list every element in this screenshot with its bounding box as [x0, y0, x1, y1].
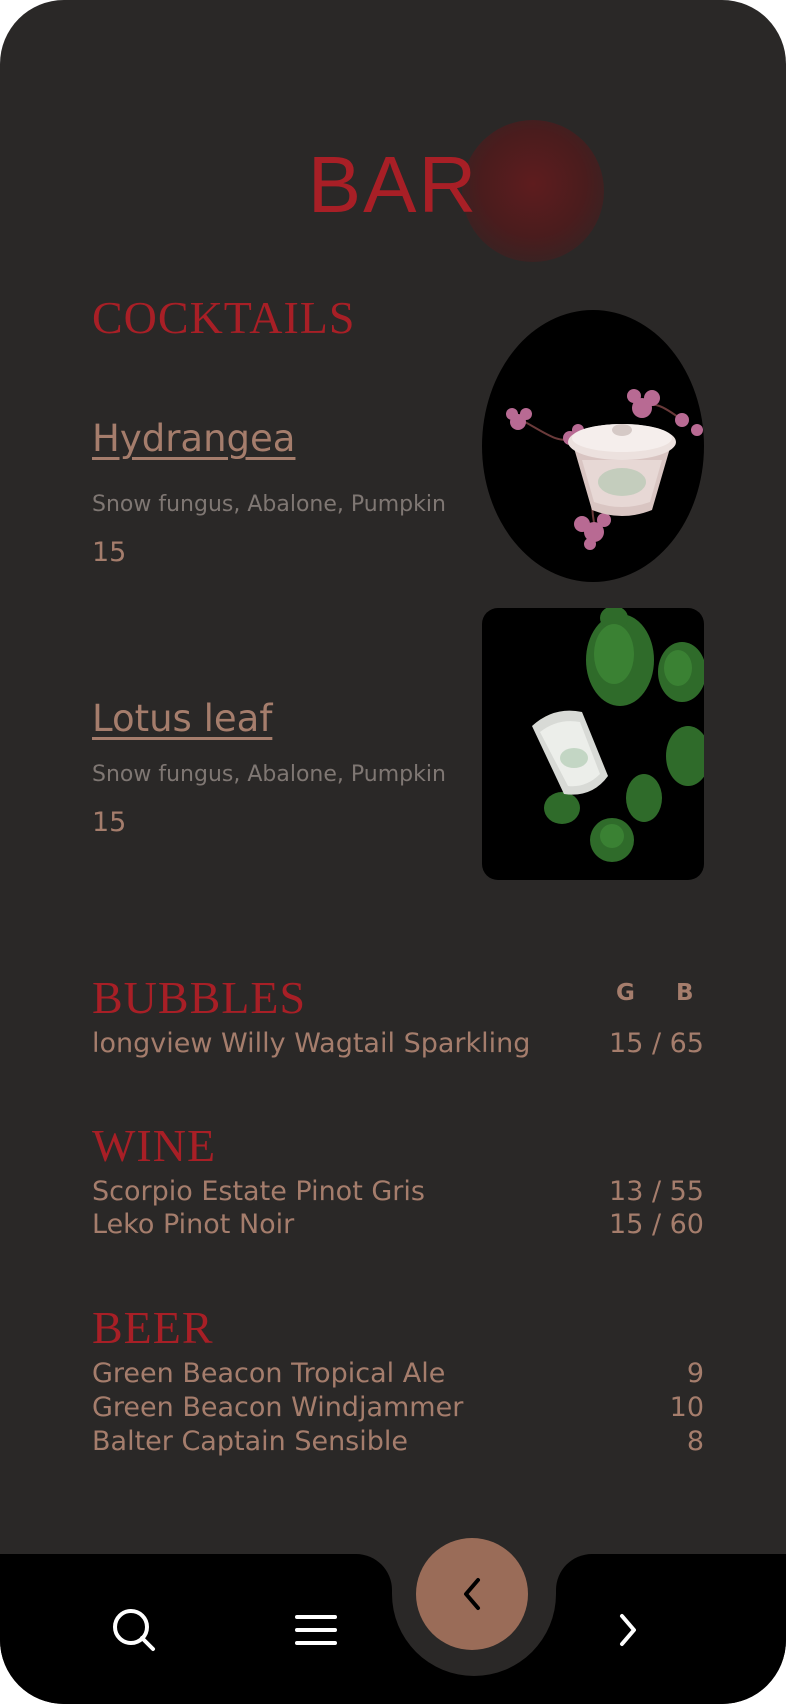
- cocktail-name-link[interactable]: Lotus leaf: [92, 697, 272, 741]
- drink-name: Green Beacon Tropical Ale: [92, 1358, 446, 1389]
- drink-name: Leko Pinot Noir: [92, 1209, 295, 1240]
- back-button[interactable]: [416, 1538, 528, 1650]
- menu-button[interactable]: [286, 1600, 346, 1660]
- bottom-nav-right: [556, 1554, 786, 1704]
- search-button[interactable]: [104, 1600, 164, 1660]
- chevron-right-icon: [620, 1614, 636, 1646]
- menu-icon: [295, 1615, 337, 1645]
- bubbles-heading: BUBBLES: [92, 972, 307, 1023]
- chevron-left-icon: [464, 1578, 480, 1610]
- bottle-column-header: B: [676, 980, 694, 1006]
- cocktail-ingredients: Snow fungus, Abalone, Pumpkin: [92, 762, 446, 787]
- drink-name: Balter Captain Sensible: [92, 1426, 408, 1457]
- search-icon: [113, 1609, 155, 1651]
- list-item: Balter Captain Sensible 8: [92, 1425, 704, 1459]
- cocktails-heading: COCKTAILS: [92, 292, 356, 343]
- cocktail-price: 15: [92, 537, 127, 568]
- drink-name: Scorpio Estate Pinot Gris: [92, 1176, 425, 1207]
- list-item: Green Beacon Windjammer 10: [92, 1391, 704, 1425]
- drink-price: 15 / 65: [609, 1028, 704, 1059]
- glass-column-header: G: [616, 980, 635, 1006]
- drink-price: 9: [686, 1358, 704, 1389]
- cocktail-name-link[interactable]: Hydrangea: [92, 417, 295, 461]
- cocktail-price: 15: [92, 807, 127, 838]
- cocktail-ingredients: Snow fungus, Abalone, Pumpkin: [92, 492, 446, 517]
- next-button[interactable]: [598, 1600, 658, 1660]
- list-item: longview Willy Wagtail Sparkling 15 / 65: [92, 1027, 704, 1061]
- list-item: Leko Pinot Noir 15 / 60: [92, 1208, 704, 1242]
- drink-price: 8: [686, 1426, 704, 1457]
- drink-price: 15 / 60: [609, 1209, 704, 1240]
- list-item: Scorpio Estate Pinot Gris 13 / 55: [92, 1175, 704, 1209]
- drink-name: longview Willy Wagtail Sparkling: [92, 1028, 531, 1059]
- bar-menu-screen: BAR COCKTAILS Hydrangea Snow fungus, Aba…: [0, 0, 786, 1704]
- drink-price: 10: [669, 1392, 704, 1423]
- wine-heading: WINE: [92, 1120, 217, 1171]
- lotus-leaf-drink-photo[interactable]: [482, 608, 704, 880]
- hydrangea-drink-photo[interactable]: [482, 310, 704, 582]
- drink-name: Green Beacon Windjammer: [92, 1392, 464, 1423]
- page-title: BAR: [307, 140, 479, 229]
- beer-heading: BEER: [92, 1302, 214, 1353]
- list-item: Green Beacon Tropical Ale 9: [92, 1357, 704, 1391]
- drink-price: 13 / 55: [609, 1176, 704, 1207]
